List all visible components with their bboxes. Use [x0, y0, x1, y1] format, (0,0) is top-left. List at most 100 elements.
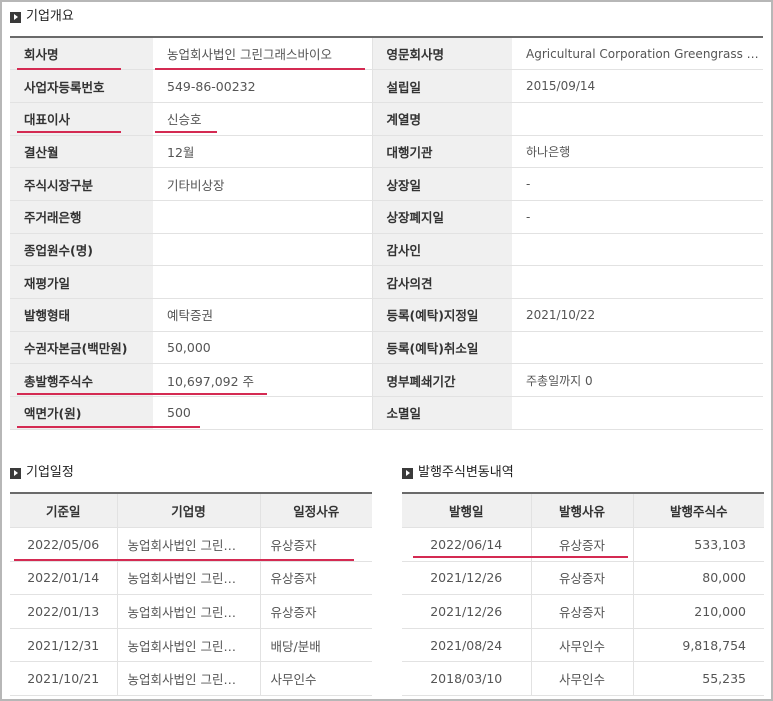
issuance-cell: 사무인수: [531, 661, 634, 696]
overview-value: 50,000: [153, 331, 373, 365]
overview-row: 발행형태 예탁증권 등록(예탁)지정일 2021/10/22: [10, 298, 763, 332]
overview-label: 대행기관: [372, 135, 512, 169]
table-row: 2022/01/13 농업회사법인 그린… 유상증자: [10, 594, 372, 629]
table-row: 2022/05/06 농업회사법인 그린… 유상증자: [10, 527, 372, 562]
overview-value: -: [512, 167, 763, 201]
overview-label: 계열명: [372, 102, 512, 136]
overview-value: [512, 102, 763, 136]
schedule-cell: 농업회사법인 그린…: [117, 527, 261, 562]
schedule-cell: 유상증자: [260, 527, 372, 562]
overview-label: 회사명: [10, 37, 153, 71]
overview-row: 회사명 농업회사법인 그린그래스바이오 영문회사명 Agricultural Corp…: [10, 37, 763, 71]
table-row: 2021/12/26 유상증자 80,000: [402, 561, 764, 596]
overview-value: [153, 200, 373, 234]
overview-value: [153, 233, 373, 267]
overview-row: 총발행주식수 10,697,092 주 명부폐쇄기간 주총일까지 0: [10, 363, 763, 398]
highlight-underline: [155, 131, 217, 133]
schedule-cell: 2021/12/31: [10, 628, 118, 663]
table-row: 2022/01/14 농업회사법인 그린… 유상증자: [10, 561, 372, 596]
schedule-cell: 2022/05/06: [10, 527, 118, 562]
overview-label: 주식시장구분: [10, 167, 153, 201]
overview-row: 대표이사 신승호 계열명: [10, 102, 763, 136]
issuance-cell: 80,000: [633, 561, 764, 596]
issuance-cell: 유상증자: [531, 561, 634, 596]
overview-label: 감사인: [372, 233, 512, 267]
overview-label: 감사의견: [372, 265, 512, 299]
overview-label: 명부폐쇄기간: [372, 363, 512, 398]
issuance-cell: 유상증자: [531, 594, 634, 629]
overview-label: 주거래은행: [10, 200, 153, 234]
section-arrow-icon: [402, 467, 413, 479]
schedule-column-header: 일정사유: [260, 493, 372, 528]
company-schedule-table: 기준일 기업명 일정사유 2022/05/06 농업회사법인 그린… 유상증자 2022/…: [10, 492, 372, 696]
schedule-cell: 2021/10/21: [10, 661, 118, 696]
overview-value: 주총일까지 0: [512, 363, 763, 398]
issuance-cell: 사무인수: [531, 628, 634, 663]
overview-value: 예탁증권: [153, 298, 373, 332]
table-row: 2021/08/24 사무인수 9,818,754: [402, 628, 764, 663]
table-row: 2021/12/26 유상증자 210,000: [402, 594, 764, 629]
overview-row: 결산월 12월 대행기관 하나은행: [10, 135, 763, 169]
overview-section-title: 기업개요: [10, 8, 74, 26]
overview-row: 액면가(원) 500 소멸일: [10, 396, 763, 430]
overview-label: 상장일: [372, 167, 512, 201]
company-overview-table: 회사명 농업회사법인 그린그래스바이오 영문회사명 Agricultural Corp…: [10, 36, 763, 430]
highlight-underline: [17, 393, 267, 395]
section-arrow-icon: [10, 467, 21, 479]
issuance-cell: 9,818,754: [633, 628, 764, 663]
schedule-title: 기업일정: [26, 465, 74, 480]
overview-label: 등록(예탁)취소일: [372, 331, 512, 365]
overview-label: 소멸일: [372, 396, 512, 430]
overview-label: 종업원수(명): [10, 233, 153, 267]
table-row: 2021/10/21 농업회사법인 그린… 사무인수: [10, 661, 372, 696]
schedule-cell: 농업회사법인 그린…: [117, 561, 261, 596]
overview-value: 2021/10/22: [512, 298, 763, 332]
overview-label: 설립일: [372, 69, 512, 103]
overview-row: 종업원수(명) 감사인: [10, 233, 763, 267]
issuance-cell: 2018/03/10: [402, 661, 532, 696]
highlight-underline: [14, 559, 354, 561]
overview-row: 주거래은행 상장폐지일 -: [10, 200, 763, 234]
highlight-underline: [155, 68, 365, 70]
schedule-section-title: 기업일정: [10, 464, 74, 482]
overview-label: 사업자등록번호: [10, 69, 153, 103]
issuance-column-header: 발행주식수: [633, 493, 764, 528]
issuance-cell: 2021/12/26: [402, 561, 532, 596]
issuance-cell: 210,000: [633, 594, 764, 629]
overview-value: Agricultural Corporation Greengrass Bio…: [512, 37, 763, 71]
overview-value: -: [512, 200, 763, 234]
table-row: 2021/12/31 농업회사법인 그린… 배당/분배: [10, 628, 372, 663]
highlight-underline: [413, 556, 628, 558]
overview-value: 하나은행: [512, 135, 763, 169]
overview-label: 결산월: [10, 135, 153, 169]
overview-value: [512, 265, 763, 299]
issuance-column-header: 발행일: [402, 493, 532, 528]
issuance-section-title: 발행주식변동내역: [402, 464, 514, 482]
overview-value: 12월: [153, 135, 373, 169]
overview-value: 2015/09/14: [512, 69, 763, 103]
overview-value: 500: [153, 396, 373, 430]
overview-value: [512, 331, 763, 365]
overview-label: 발행형태: [10, 298, 153, 332]
schedule-cell: 유상증자: [260, 561, 372, 596]
schedule-cell: 농업회사법인 그린…: [117, 594, 261, 629]
issuance-title: 발행주식변동내역: [418, 465, 514, 480]
schedule-cell: 2022/01/14: [10, 561, 118, 596]
overview-row: 사업자등록번호 549-86-00232 설립일 2015/09/14: [10, 69, 763, 103]
schedule-cell: 농업회사법인 그린…: [117, 661, 261, 696]
overview-label: 총발행주식수: [10, 363, 153, 398]
highlight-underline: [17, 68, 121, 70]
overview-label: 상장폐지일: [372, 200, 512, 234]
overview-value: 549-86-00232: [153, 69, 373, 103]
section-arrow-icon: [10, 11, 21, 23]
overview-row: 재평가일 감사의견: [10, 265, 763, 299]
issuance-cell: 55,235: [633, 661, 764, 696]
overview-value: 기타비상장: [153, 167, 373, 201]
issuance-cell: 2021/12/26: [402, 594, 532, 629]
highlight-underline: [17, 131, 121, 133]
overview-row: 주식시장구분 기타비상장 상장일 -: [10, 167, 763, 201]
issuance-cell: 533,103: [633, 527, 764, 562]
issuance-column-header: 발행사유: [531, 493, 634, 528]
schedule-column-header: 기준일: [10, 493, 118, 528]
overview-label: 재평가일: [10, 265, 153, 299]
